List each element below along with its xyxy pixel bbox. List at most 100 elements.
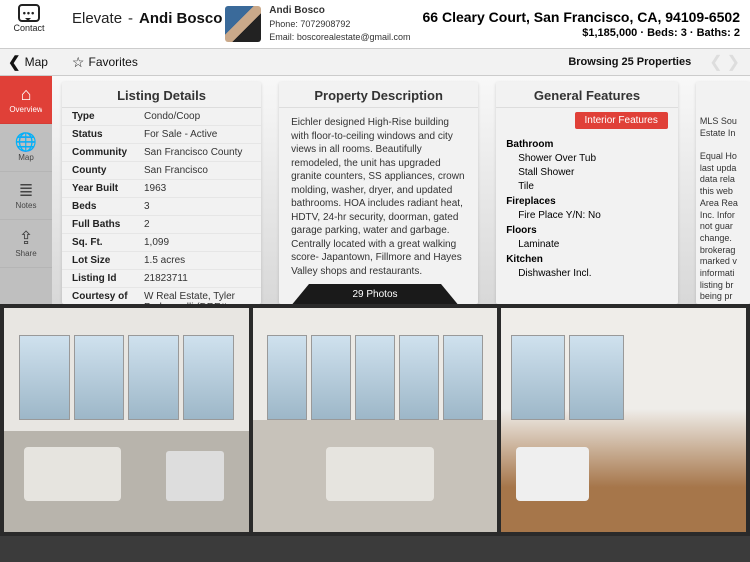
property-photo[interactable] bbox=[4, 308, 249, 532]
photos-count-label: 29 Photos bbox=[352, 289, 397, 300]
chair-graphic bbox=[166, 451, 225, 500]
feature-item: Laminate bbox=[506, 239, 668, 250]
agent-name: Andi Bosco bbox=[269, 4, 410, 18]
brand-name: Elevate bbox=[72, 10, 122, 27]
listing-key: Beds bbox=[72, 201, 144, 212]
star-icon: ☆ bbox=[72, 54, 85, 71]
card-title: Listing Details bbox=[62, 82, 261, 108]
contact-button[interactable]: ••• Contact bbox=[6, 4, 52, 33]
interior-features-badge[interactable]: Interior Features bbox=[575, 112, 668, 129]
listing-rows: TypeCondo/CoopStatusFor Sale - ActiveCom… bbox=[62, 108, 261, 304]
listing-key: County bbox=[72, 165, 144, 176]
feature-heading: Floors bbox=[506, 225, 668, 236]
listing-value: For Sale - Active bbox=[144, 129, 251, 140]
sidebar-item-share[interactable]: ⇪ Share bbox=[0, 220, 52, 268]
favorites-button[interactable]: ☆ Favorites bbox=[72, 54, 138, 71]
feature-item: Tile bbox=[506, 181, 668, 192]
listing-key: Status bbox=[72, 129, 144, 140]
listing-details-card: Listing Details TypeCondo/CoopStatusFor … bbox=[62, 82, 261, 304]
listing-key: Year Built bbox=[72, 183, 144, 194]
listing-row: Full Baths2 bbox=[62, 216, 261, 234]
card-title: Property Description bbox=[279, 82, 478, 108]
description-text: Eichler designed High-Rise building with… bbox=[279, 108, 478, 286]
agent-info: Andi Bosco Phone: 7072908792 Email: bosc… bbox=[269, 4, 410, 43]
card-title: General Features bbox=[496, 82, 678, 108]
listing-value: 3 bbox=[144, 201, 251, 212]
feature-sections: BathroomShower Over TubStall ShowerTileF… bbox=[496, 133, 678, 281]
listing-row: Year Built1963 bbox=[62, 180, 261, 198]
sofa-graphic bbox=[516, 447, 589, 501]
listing-value: San Francisco County bbox=[144, 147, 251, 158]
property-photo[interactable] bbox=[501, 308, 746, 532]
favorites-label: Favorites bbox=[88, 55, 137, 69]
disclaimer-text: MLS Sou Estate In Equal Ho last upda dat… bbox=[696, 108, 750, 304]
listing-value: 21823711 bbox=[144, 273, 251, 284]
agent-block: Andi Bosco Phone: 7072908792 Email: bosc… bbox=[225, 4, 744, 43]
listing-key: Listing Id bbox=[72, 273, 144, 284]
phone-label: Phone: bbox=[269, 19, 298, 29]
listing-key: Lot Size bbox=[72, 255, 144, 266]
listing-row: Beds3 bbox=[62, 198, 261, 216]
listing-row: Lot Size1.5 acres bbox=[62, 252, 261, 270]
back-button[interactable]: ❮ Map bbox=[8, 53, 48, 71]
window-graphic bbox=[19, 335, 234, 420]
listing-row: TypeCondo/Coop bbox=[62, 108, 261, 126]
sidebar-item-label: Map bbox=[18, 153, 34, 162]
sub-header: ❮ Map ☆ Favorites Browsing 25 Properties… bbox=[0, 48, 750, 76]
feature-heading: Kitchen bbox=[506, 254, 668, 265]
next-property-button[interactable]: ❯ bbox=[725, 52, 742, 72]
feature-item: Dishwasher Incl. bbox=[506, 268, 668, 279]
sidebar-item-overview[interactable]: ⌂ Overview bbox=[0, 76, 52, 124]
listing-key: Sq. Ft. bbox=[72, 237, 144, 248]
feature-item: Shower Over Tub bbox=[506, 153, 668, 164]
agent-display-name: Andi Bosco bbox=[139, 10, 222, 27]
listing-row: CountySan Francisco bbox=[62, 162, 261, 180]
listing-key: Community bbox=[72, 147, 144, 158]
listing-row: Courtesy ofW Real Estate, Tyler Pedronce… bbox=[62, 288, 261, 304]
photo-strip[interactable] bbox=[0, 304, 750, 536]
detail-cards[interactable]: Listing Details TypeCondo/CoopStatusFor … bbox=[52, 76, 750, 304]
globe-icon: 🌐 bbox=[15, 133, 37, 151]
disclaimer-card: . MLS Sou Estate In Equal Ho last upda d… bbox=[696, 82, 750, 304]
property-photo[interactable] bbox=[253, 308, 498, 532]
agent-photo[interactable] bbox=[225, 6, 261, 42]
listing-key: Courtesy of bbox=[72, 291, 144, 304]
sidebar-item-label: Notes bbox=[16, 201, 37, 210]
sidebar-item-notes[interactable]: ≣ Notes bbox=[0, 172, 52, 220]
email-label: Email: bbox=[269, 32, 294, 42]
bottom-strip bbox=[0, 536, 750, 562]
listing-row: StatusFor Sale - Active bbox=[62, 126, 261, 144]
photos-tab[interactable]: 29 Photos bbox=[292, 284, 457, 304]
property-stats: $1,185,000 · Beds: 3 · Baths: 2 bbox=[423, 27, 740, 39]
address-column: 66 Cleary Court, San Francisco, CA, 9410… bbox=[423, 9, 744, 39]
feature-item: Stall Shower bbox=[506, 167, 668, 178]
sofa-graphic bbox=[24, 447, 122, 501]
listing-value: 1963 bbox=[144, 183, 251, 194]
sofa-graphic bbox=[326, 447, 434, 501]
chat-icon: ••• bbox=[18, 4, 40, 22]
feature-heading: Fireplaces bbox=[506, 196, 668, 207]
agent-phone: 7072908792 bbox=[300, 19, 350, 29]
sidebar-item-map[interactable]: 🌐 Map bbox=[0, 124, 52, 172]
left-sidebar: ⌂ Overview 🌐 Map ≣ Notes ⇪ Share bbox=[0, 76, 52, 304]
browsing-label: Browsing 25 Properties bbox=[568, 56, 691, 68]
home-icon: ⌂ bbox=[21, 85, 32, 103]
sidebar-item-label: Share bbox=[15, 249, 36, 258]
window-graphic bbox=[511, 335, 624, 420]
brand-dash: - bbox=[122, 10, 139, 27]
brand-area: Elevate - Andi Bosco bbox=[52, 4, 222, 27]
property-address: 66 Cleary Court, San Francisco, CA, 9410… bbox=[423, 9, 740, 25]
listing-value: W Real Estate, Tyler Pedroncelli (DRE# bbox=[144, 291, 251, 304]
listing-value: Condo/Coop bbox=[144, 111, 251, 122]
share-icon: ⇪ bbox=[18, 229, 33, 247]
feature-item: Fire Place Y/N: No bbox=[506, 210, 668, 221]
contact-label: Contact bbox=[13, 23, 44, 33]
listing-value: 1,099 bbox=[144, 237, 251, 248]
prev-property-button[interactable]: ❮ bbox=[707, 52, 724, 72]
listing-key: Type bbox=[72, 111, 144, 122]
chevron-left-icon: ❮ bbox=[8, 53, 21, 71]
agent-email: boscorealestate@gmail.com bbox=[297, 32, 411, 42]
listing-row: Sq. Ft.1,099 bbox=[62, 234, 261, 252]
general-features-card: General Features Interior Features Bathr… bbox=[496, 82, 678, 304]
notes-icon: ≣ bbox=[18, 181, 33, 199]
